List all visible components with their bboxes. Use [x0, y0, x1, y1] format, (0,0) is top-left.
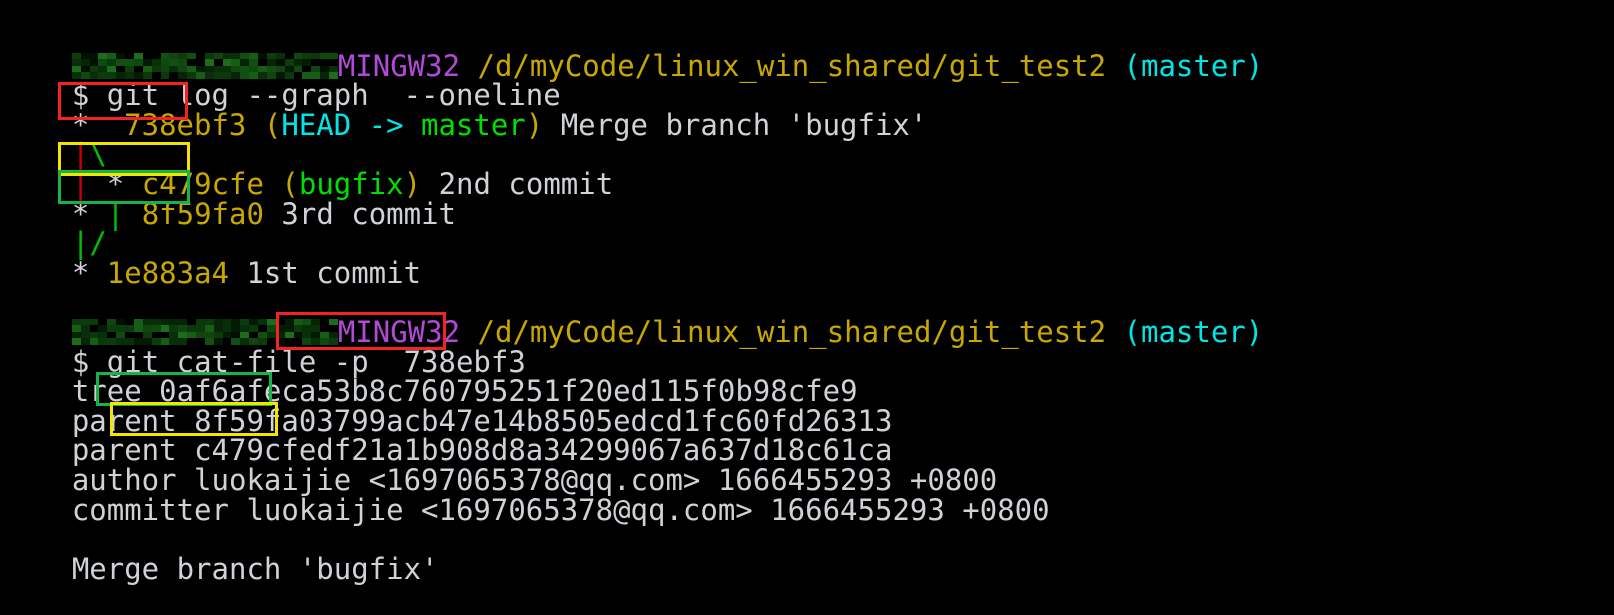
log-row-5-graph: |/ — [0, 200, 1614, 258]
catfile-message-line: Merge branch 'bugfix' — [0, 525, 1614, 584]
log-row-2-graph: |\ — [0, 111, 1614, 170]
catfile-committer-line: committer luokaijie <1697065378@qq.com> … — [0, 466, 1614, 525]
log-row-6: * 1e883a4 1st commit — [0, 229, 1614, 288]
command-line-1[interactable]: $ git log --graph --oneline — [0, 52, 1614, 110]
commit-message: Merge branch 'bugfix' — [71, 551, 439, 586]
prompt-line-1: MINGW32 /d/myCode/linux_win_shared/git_t… — [0, 22, 1614, 80]
terminal-window[interactable]: MINGW32 /d/myCode/linux_win_shared/git_t… — [0, 0, 1614, 591]
catfile-tree-line: tree 0af6afeca53b8c760795251f20ed115f0b9… — [0, 348, 1614, 406]
log-row-4: * | 8f59fa0 3rd commit — [0, 170, 1614, 229]
command-line-2[interactable]: $ git cat-file -p 738ebf3 — [0, 318, 1614, 377]
catfile-author-line: author luokaijie <1697065378@qq.com> 166… — [0, 436, 1614, 495]
log-row-1: * 738ebf3 (HEAD -> master) Merge branch … — [0, 81, 1614, 140]
catfile-parent2-line: parent c479cfedf21a1b908d8a34299067a637d… — [0, 407, 1614, 466]
log-row-3: | * c479cfe (bugfix) 2nd commit — [0, 140, 1614, 199]
catfile-parent1-line: parent 8f59fa03799acb47e14b8505edcd1fc60… — [0, 377, 1614, 436]
prompt-line-2: MINGW32 /d/myCode/linux_win_shared/git_t… — [0, 288, 1614, 347]
